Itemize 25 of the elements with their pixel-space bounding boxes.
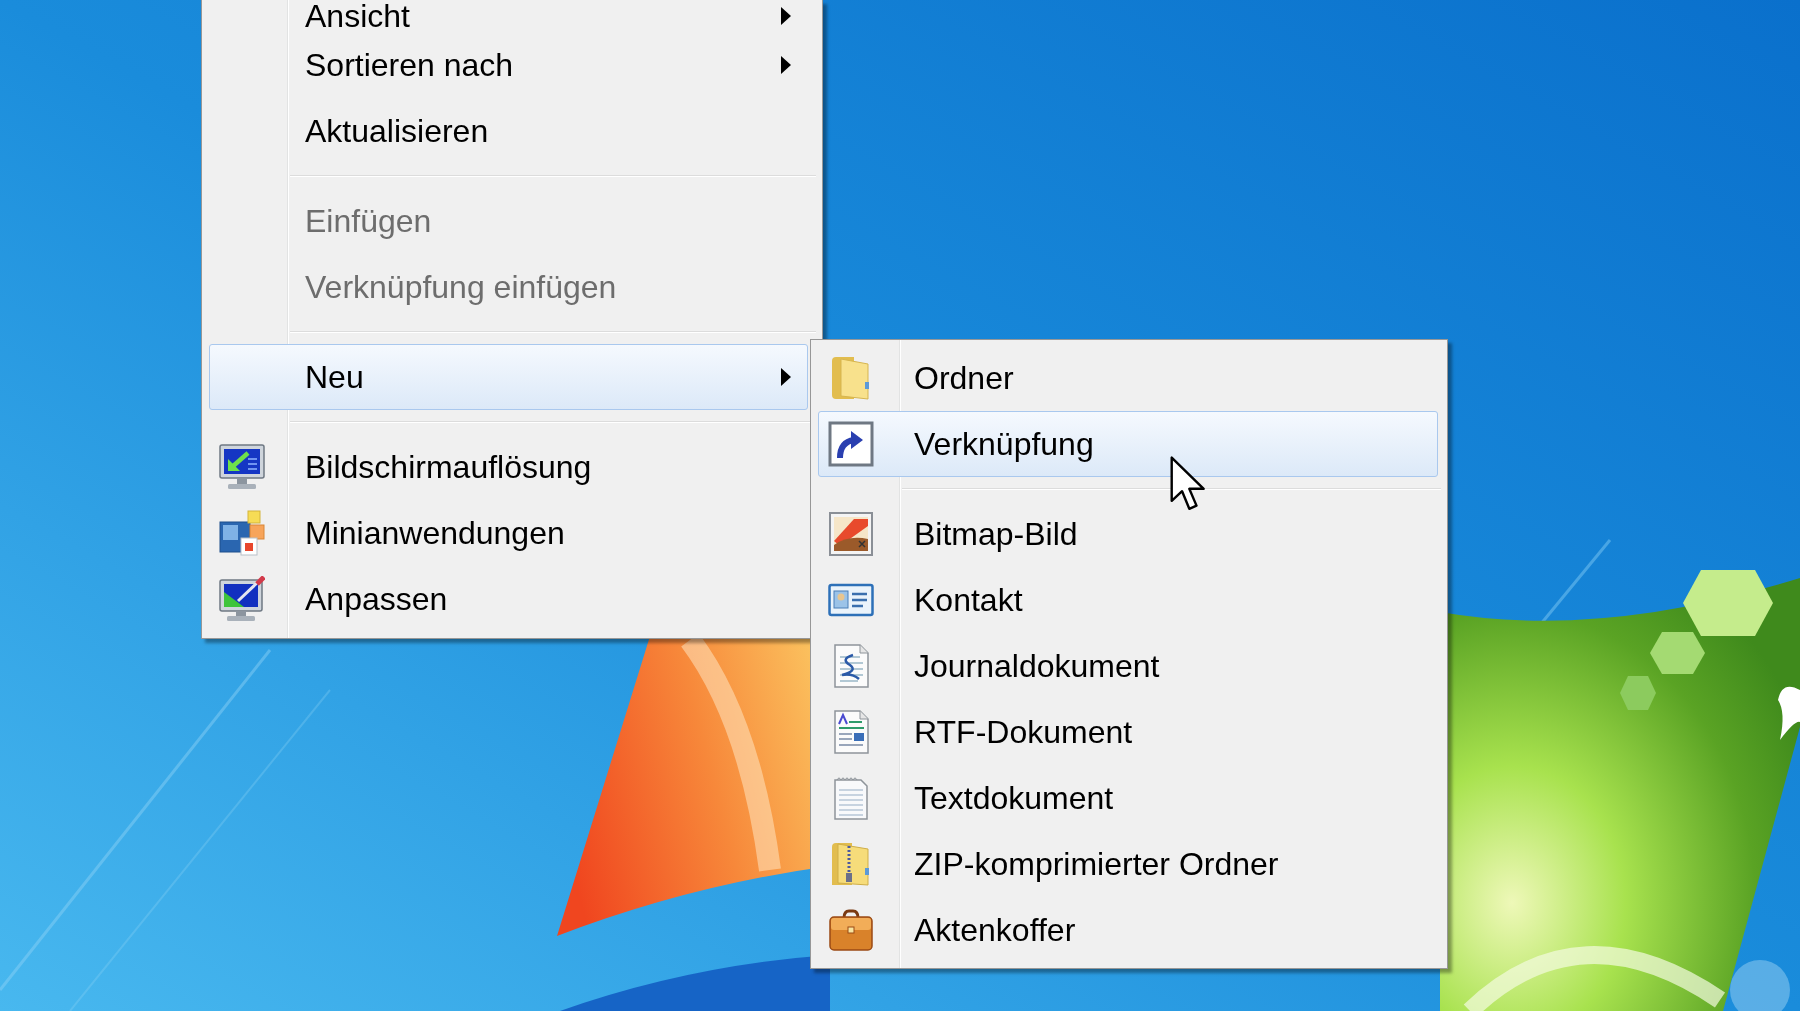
light-bubble (1730, 960, 1790, 1011)
menu-item[interactable]: Bitmap-Bild (818, 501, 1438, 567)
menu-item[interactable]: Kontakt (818, 567, 1438, 633)
menu-item[interactable]: Journaldokument (818, 633, 1438, 699)
menu-item[interactable]: Bildschirmauflösung (209, 434, 808, 500)
picture-icon (828, 511, 874, 557)
briefcase-icon (828, 907, 874, 953)
mouse-pointer-icon (1170, 456, 1207, 512)
menu-item[interactable]: Verknüpfung (818, 411, 1438, 477)
menu-item[interactable]: Textdokument (818, 765, 1438, 831)
menu-item[interactable]: Aktualisieren (209, 98, 808, 164)
menu-item[interactable]: Ordner (818, 345, 1438, 411)
menu-item[interactable]: Sortieren nach (209, 32, 808, 98)
menu-item[interactable]: Aktenkoffer (818, 897, 1438, 963)
menu-item[interactable]: RTF-Dokument (818, 699, 1438, 765)
hexagon (1620, 676, 1656, 710)
menu-item[interactable]: Minianwendungen (209, 500, 808, 566)
menu-item[interactable]: ZIP-komprimierter Ordner (818, 831, 1438, 897)
menu-item[interactable]: Ansicht (209, 0, 808, 32)
tiles-icon (219, 510, 265, 556)
monitor-arrow-icon (219, 444, 265, 490)
butterfly-silhouette (1778, 686, 1800, 740)
menu-item[interactable]: Anpassen (209, 566, 808, 632)
monitor-brush-icon (219, 576, 265, 622)
menu-item[interactable]: Neu (209, 344, 808, 410)
